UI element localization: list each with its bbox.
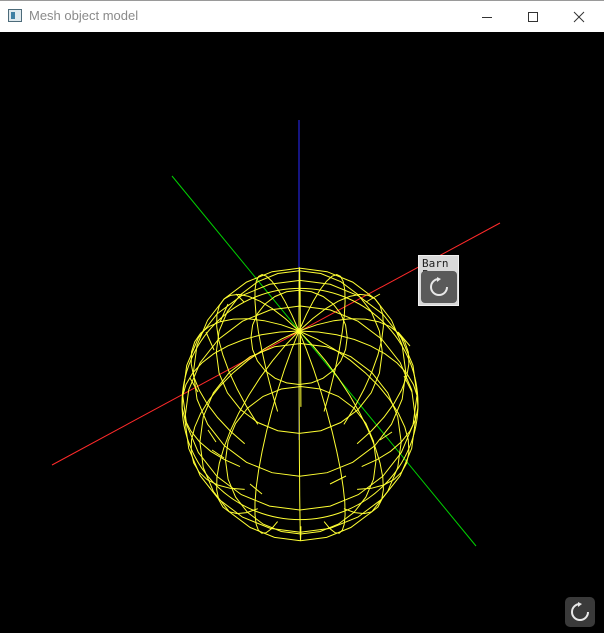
mesh-fragment-1 bbox=[205, 331, 215, 351]
popup-refresh-button[interactable] bbox=[421, 271, 457, 303]
title-bar[interactable]: Mesh object model bbox=[0, 0, 604, 32]
maximize-button[interactable] bbox=[510, 1, 556, 32]
close-icon bbox=[573, 11, 585, 22]
wireframe-sphere bbox=[181, 267, 419, 542]
refresh-icon bbox=[430, 277, 448, 296]
maximize-icon bbox=[528, 11, 538, 22]
mesh-meridian-13 bbox=[298, 274, 346, 412]
mesh-meridian-7 bbox=[190, 330, 300, 490]
scene-canvas[interactable] bbox=[0, 32, 604, 633]
mesh-meridian-1 bbox=[298, 330, 410, 490]
mesh-fragment-11 bbox=[403, 375, 413, 393]
app-window: Mesh object model Barn P R bbox=[0, 0, 604, 633]
3d-viewport[interactable]: Barn P R bbox=[0, 32, 604, 633]
minimize-icon bbox=[482, 16, 492, 18]
minimize-button[interactable] bbox=[464, 1, 510, 32]
mesh-fragment-5 bbox=[329, 475, 347, 485]
popup-menu[interactable]: Barn P R bbox=[418, 255, 459, 306]
refresh-button[interactable] bbox=[565, 597, 595, 627]
mesh-fragment-3 bbox=[207, 429, 217, 443]
close-button[interactable] bbox=[556, 1, 602, 32]
mesh-meridian-8 bbox=[181, 330, 300, 468]
window-title: Mesh object model bbox=[29, 8, 139, 23]
refresh-icon bbox=[571, 602, 589, 621]
app-icon bbox=[8, 9, 22, 22]
